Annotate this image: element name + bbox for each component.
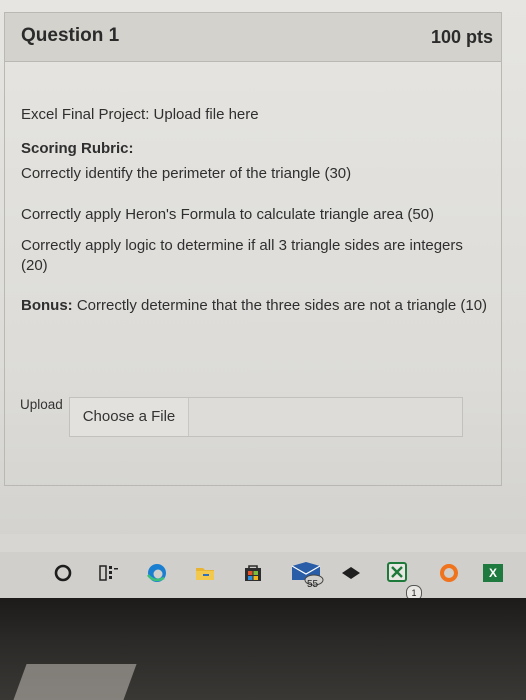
question-header: Question 1 100 pts [5,13,501,62]
bonus-label: Bonus: [21,297,73,314]
xbox-icon[interactable] [386,562,410,584]
edge-icon[interactable] [146,562,168,584]
question-points: 100 pts [430,27,493,47]
file-input[interactable]: Choose a File [69,397,463,437]
rubric-item: Correctly identify the perimeter of the … [21,165,352,182]
desk-object [13,664,137,700]
excel-letter: X [483,564,503,582]
choose-file-button[interactable]: Choose a File [70,398,189,436]
bonus-item: Bonus: Correctly determine that the thre… [21,296,491,316]
network-icon[interactable] [340,562,362,584]
question-title: Question 1 [21,25,120,46]
question-card: Question 1 100 pts Excel Final Project: … [4,12,502,486]
store-icon[interactable] [242,562,264,584]
rubric-item: Correctly apply Heron's Formula to calcu… [21,206,435,223]
screen-edge [0,534,526,552]
mail-badge-count: 55 [307,579,319,590]
file-explorer-icon[interactable] [194,562,216,584]
task-view-icon[interactable] [98,562,120,584]
excel-icon[interactable]: X [482,562,504,584]
origin-icon[interactable] [438,562,460,584]
bonus-text: Correctly determine that the three sides… [72,297,488,314]
rubric-heading: Scoring Rubric: [21,140,134,157]
screen: Question 1 100 pts Excel Final Project: … [0,0,526,700]
question-prompt: Excel Final Project: Upload file here [21,106,259,123]
upload-label: Upload [20,397,63,412]
rubric-item: Correctly apply logic to determine if al… [21,237,463,274]
search-circle-icon[interactable] [52,562,74,584]
